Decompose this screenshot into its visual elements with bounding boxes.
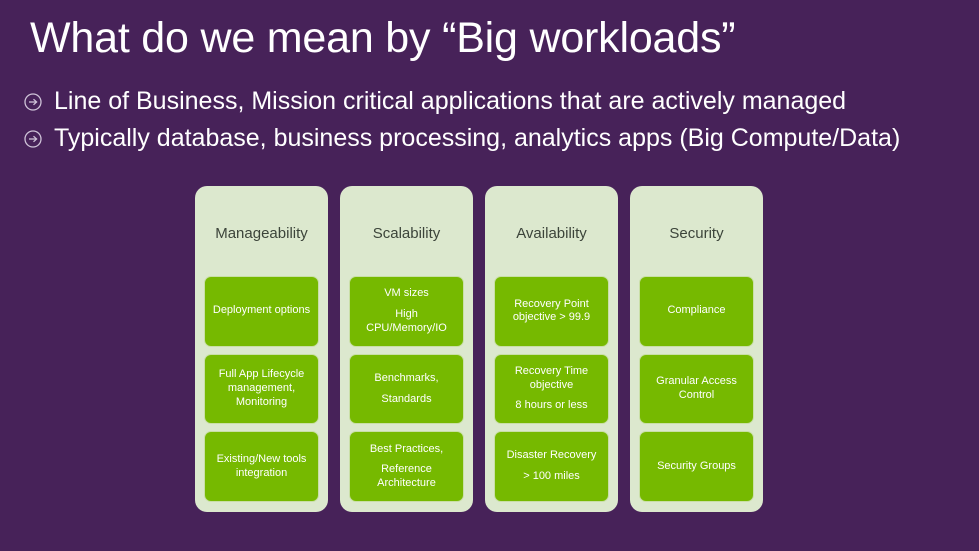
cell-line: Granular Access Control	[656, 375, 737, 401]
cell-line: Compliance	[667, 304, 726, 317]
matrix-cell[interactable]: Disaster Recovery > 100 miles	[494, 431, 609, 503]
matrix-cell[interactable]: Security Groups	[639, 431, 754, 503]
slide-canvas: What do we mean by “Big workloads” Line …	[0, 0, 979, 551]
matrix-cell[interactable]: Full App Lifecycle management, Monitorin…	[204, 353, 319, 425]
cell-line: Reference Architecture	[377, 463, 436, 490]
list-item: Typically database, business processing,…	[22, 120, 962, 157]
cell-line: > 100 miles	[523, 470, 580, 483]
cell-line: 8 hours or less	[515, 399, 588, 412]
circled-arrow-right-icon	[22, 91, 44, 113]
matrix-cell[interactable]: Granular Access Control	[639, 353, 754, 425]
matrix-cell[interactable]: Compliance	[639, 276, 754, 347]
cell-line: High CPU/Memory/IO	[366, 307, 447, 334]
matrix-cell[interactable]: VM sizes High CPU/Memory/IO	[349, 276, 464, 347]
matrix-column-manageability: Manageability Deployment options Full Ap…	[195, 186, 328, 512]
matrix-column-security: Security Compliance Granular Access Cont…	[630, 186, 763, 512]
column-header: Availability	[516, 225, 587, 242]
circled-arrow-right-icon	[22, 128, 44, 150]
list-item-label: Typically database, business processing,…	[54, 123, 901, 152]
matrix-cell[interactable]: Benchmarks, Standards	[349, 353, 464, 425]
matrix-cell[interactable]: Best Practices, Reference Architecture	[349, 431, 464, 503]
matrix-cell[interactable]: Recovery Time objective 8 hours or less	[494, 353, 609, 425]
cell-line: Security Groups	[657, 459, 736, 472]
capability-matrix: Manageability Deployment options Full Ap…	[195, 186, 763, 512]
column-cells: Deployment options Full App Lifecycle ma…	[204, 276, 319, 503]
cell-line: Recovery Point objective > 99.9	[512, 297, 591, 324]
matrix-column-availability: Availability Recovery Point objective > …	[485, 186, 618, 512]
matrix-cell[interactable]: Deployment options	[204, 276, 319, 347]
column-cells: VM sizes High CPU/Memory/IO Benchmarks, …	[349, 276, 464, 503]
page-title: What do we mean by “Big workloads”	[30, 14, 736, 62]
cell-line: Recovery Time objective	[514, 364, 589, 391]
matrix-column-scalability: Scalability VM sizes High CPU/Memory/IO …	[340, 186, 473, 512]
list-item: Line of Business, Mission critical appli…	[22, 83, 962, 120]
matrix-cell[interactable]: Existing/New tools integration	[204, 431, 319, 503]
cell-line: Benchmarks,	[374, 371, 439, 384]
column-cells: Recovery Point objective > 99.9 Recovery…	[494, 276, 609, 503]
cell-line: Disaster Recovery	[506, 449, 597, 462]
cell-line: Existing/New tools integration	[216, 452, 307, 479]
cell-line: Standards	[381, 392, 432, 405]
cell-line: Best Practices,	[369, 442, 444, 455]
cell-line: Full App Lifecycle management, Monitorin…	[218, 368, 305, 408]
column-header: Manageability	[215, 225, 308, 242]
column-cells: Compliance Granular Access Control Secur…	[639, 276, 754, 503]
bullet-list: Line of Business, Mission critical appli…	[22, 83, 962, 157]
cell-line: VM sizes	[384, 287, 429, 300]
column-header: Security	[669, 225, 724, 242]
column-header: Scalability	[372, 225, 441, 242]
list-item-label: Line of Business, Mission critical appli…	[54, 86, 847, 115]
matrix-cell[interactable]: Recovery Point objective > 99.9	[494, 276, 609, 347]
cell-line: Deployment options	[212, 304, 311, 317]
